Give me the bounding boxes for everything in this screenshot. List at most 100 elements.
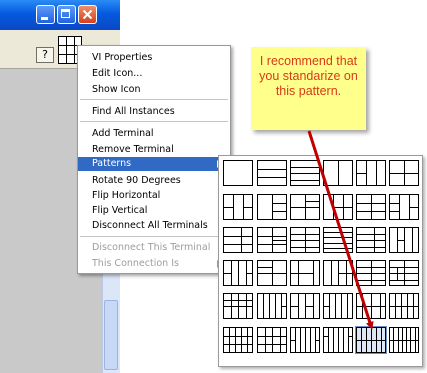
help-button[interactable]: ?: [36, 47, 54, 63]
note-text: I recommend that you standarize on this …: [259, 54, 358, 98]
connector-pattern-icon: [356, 227, 386, 253]
connector-pattern-r4-c4[interactable]: [323, 260, 353, 286]
connector-pattern-r3-c4[interactable]: [323, 227, 353, 253]
connector-pattern-r5-c6[interactable]: [389, 293, 419, 319]
maximize-button[interactable]: [57, 5, 76, 24]
connector-pattern-icon: [389, 260, 419, 286]
connector-pattern-r1-c5[interactable]: [356, 160, 386, 186]
connector-pattern-r3-c1[interactable]: [223, 227, 253, 253]
connector-pattern-r2-c4[interactable]: [323, 194, 353, 220]
connector-pattern-icon: [356, 194, 386, 220]
connector-pattern-icon: [290, 260, 320, 286]
maximize-icon: [61, 9, 70, 18]
connector-pattern-r4-c2[interactable]: [257, 260, 287, 286]
connector-pattern-icon: [223, 293, 253, 319]
menu-item-flip-vertical[interactable]: Flip Vertical: [78, 204, 230, 218]
menu-item-find-all-instances[interactable]: Find All Instances: [78, 105, 230, 119]
menu-item-label: Find All Instances: [92, 106, 175, 117]
connector-pattern-icon: [323, 293, 353, 319]
connector-pattern-r3-c5[interactable]: [356, 227, 386, 253]
connector-pattern-r3-c3[interactable]: [290, 227, 320, 253]
connector-pattern-r6-c1[interactable]: [223, 327, 253, 353]
connector-pattern-r5-c1[interactable]: [223, 293, 253, 319]
connector-pattern-icon: [290, 327, 320, 353]
menu-item-label: Show Icon: [92, 84, 141, 95]
minimize-icon: [41, 17, 48, 20]
connector-pattern-r2-c3[interactable]: [290, 194, 320, 220]
connector-pattern-icon: [223, 327, 253, 353]
connector-pattern-r4-c5[interactable]: [356, 260, 386, 286]
connector-pattern-r3-c2[interactable]: [257, 227, 287, 253]
menu-item-label: This Connection Is: [92, 258, 179, 269]
connector-pattern-icon: [257, 260, 287, 286]
menu-item-vi-properties[interactable]: VI Properties: [78, 51, 230, 65]
connector-pattern-icon: [223, 194, 253, 220]
menu-item-label: Flip Horizontal: [92, 190, 161, 201]
connector-pattern-icon: [290, 293, 320, 319]
connector-pattern-r6-c3[interactable]: [290, 327, 320, 353]
menu-item-label: Flip Vertical: [92, 205, 148, 216]
menu-item-label: VI Properties: [92, 52, 153, 63]
menu-item-disconnect-this-terminal[interactable]: Disconnect This Terminal: [78, 241, 230, 255]
menu-item-edit-icon[interactable]: Edit Icon...: [78, 67, 230, 81]
connector-pattern-r1-c1[interactable]: [223, 160, 253, 186]
menu-item-remove-terminal[interactable]: Remove Terminal: [78, 143, 230, 157]
menu-separator: [80, 236, 228, 237]
connector-pane-context-menu: VI Properties Edit Icon... Show Icon Find A…: [77, 45, 231, 274]
connector-pattern-r2-c5[interactable]: [356, 194, 386, 220]
connector-pattern-r2-c2[interactable]: [257, 194, 287, 220]
menu-item-rotate-90-degrees[interactable]: Rotate 90 Degrees: [78, 174, 230, 188]
connector-pattern-icon: [290, 160, 320, 186]
connector-pattern-r6-c2[interactable]: [257, 327, 287, 353]
connector-pattern-icon: [223, 227, 253, 253]
menu-item-flip-horizontal[interactable]: Flip Horizontal: [78, 189, 230, 203]
connector-pattern-icon: [323, 160, 353, 186]
connector-pattern-r1-c2[interactable]: [257, 160, 287, 186]
connector-pattern-r5-c5[interactable]: [356, 293, 386, 319]
connector-pattern-r1-c4[interactable]: [323, 160, 353, 186]
connector-pattern-r2-c6[interactable]: [389, 194, 419, 220]
connector-pattern-icon: [257, 293, 287, 319]
menu-item-label: Disconnect This Terminal: [92, 242, 211, 253]
menu-item-this-connection-is[interactable]: This Connection Is: [78, 257, 230, 271]
menu-item-label: Edit Icon...: [92, 68, 143, 79]
menu-separator: [80, 99, 228, 100]
menu-item-label: Add Terminal: [92, 128, 154, 139]
connector-pattern-r6-c5[interactable]: [355, 326, 387, 354]
connector-pattern-r2-c1[interactable]: [223, 194, 253, 220]
connector-pattern-r6-c4[interactable]: [323, 327, 353, 353]
connector-pattern-r5-c3[interactable]: [290, 293, 320, 319]
connector-pattern-r3-c6[interactable]: [389, 227, 419, 253]
connector-pattern-icon: [257, 194, 287, 220]
connector-pattern-icon: [290, 227, 320, 253]
close-button[interactable]: [78, 5, 97, 24]
close-icon: [82, 9, 93, 20]
minimize-button[interactable]: [36, 5, 55, 24]
connector-pattern-r4-c6[interactable]: [389, 260, 419, 286]
menu-item-label: Disconnect All Terminals: [92, 220, 208, 231]
connector-pattern-r5-c2[interactable]: [257, 293, 287, 319]
connector-pattern-icon: [389, 227, 419, 253]
scrollbar-thumb[interactable]: [104, 300, 118, 370]
title-bar[interactable]: [0, 0, 120, 30]
menu-item-add-terminal[interactable]: Add Terminal: [78, 127, 230, 141]
patterns-palette: [218, 155, 423, 367]
connector-pattern-r4-c1[interactable]: [223, 260, 253, 286]
connector-pattern-icon: [356, 327, 386, 353]
connector-pattern-r1-c6[interactable]: [389, 160, 419, 186]
connector-pattern-icon: [257, 160, 287, 186]
connector-pattern-icon: [257, 327, 287, 353]
connector-pattern-r5-c4[interactable]: [323, 293, 353, 319]
connector-pattern-r1-c3[interactable]: [290, 160, 320, 186]
menu-item-label: Patterns: [92, 158, 132, 169]
connector-pattern-icon: [223, 260, 253, 286]
menu-item-disconnect-all-terminals[interactable]: Disconnect All Terminals: [78, 219, 230, 233]
connector-pattern-r4-c3[interactable]: [290, 260, 320, 286]
menu-item-patterns[interactable]: Patterns: [78, 157, 230, 171]
menu-item-label: Rotate 90 Degrees: [92, 175, 181, 186]
connector-pattern-icon: [356, 260, 386, 286]
connector-pattern-r6-c6[interactable]: [389, 327, 419, 353]
menu-item-show-icon[interactable]: Show Icon: [78, 83, 230, 97]
menu-item-label: Remove Terminal: [92, 144, 174, 155]
connector-pattern-icon: [290, 194, 320, 220]
